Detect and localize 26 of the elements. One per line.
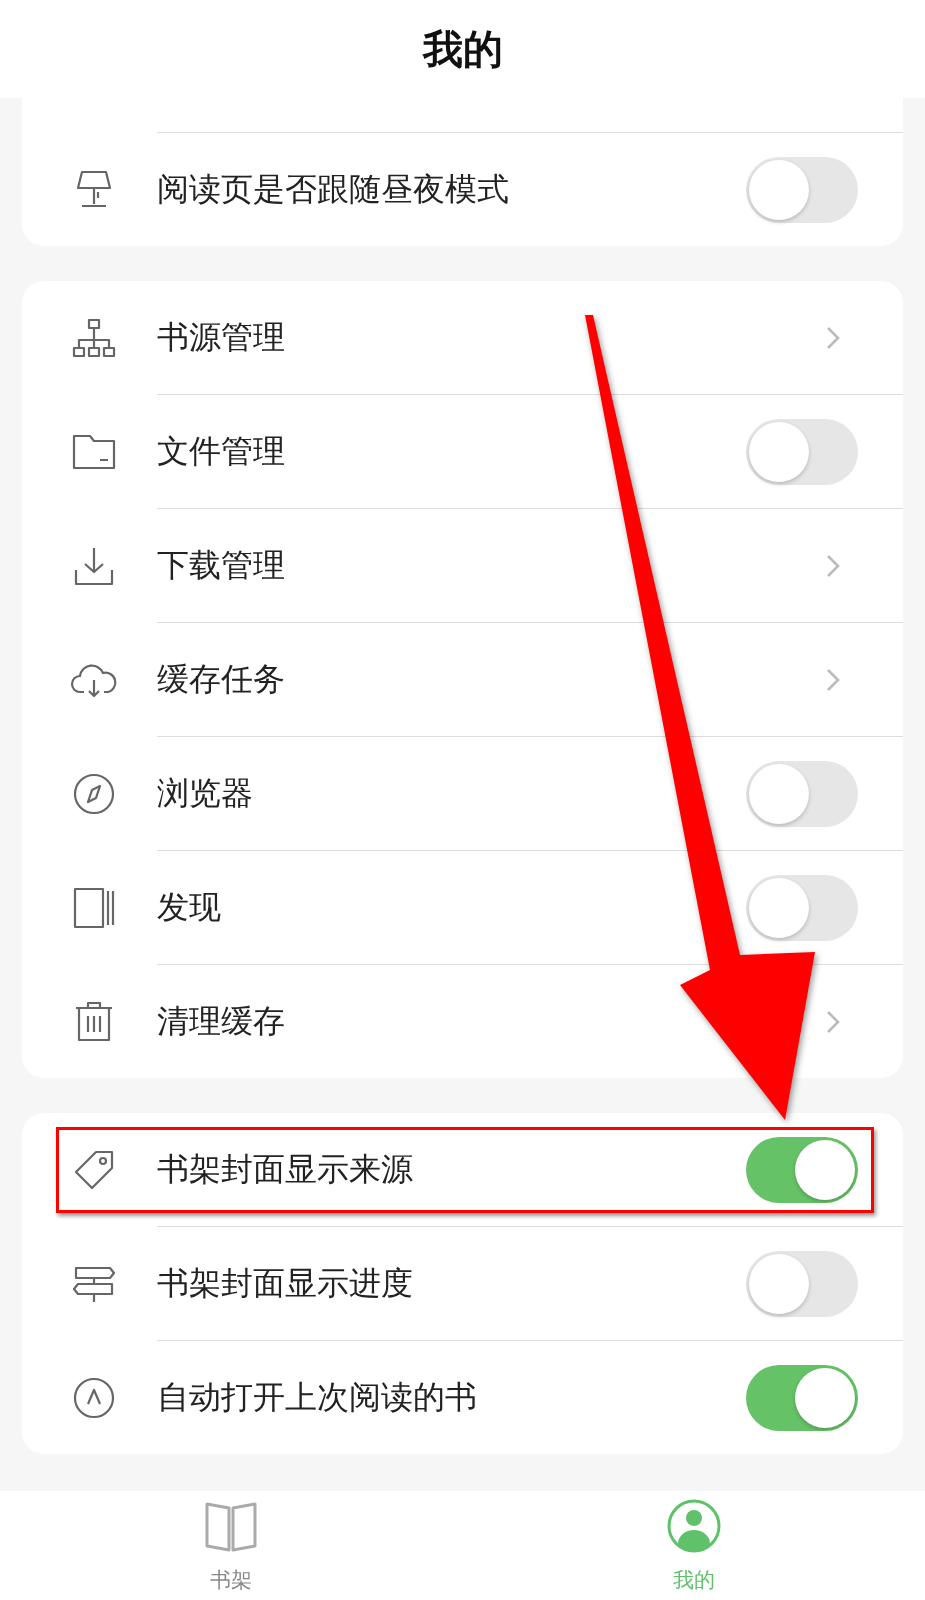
page-title: 我的 [422, 24, 503, 74]
setting-label: 自动打开上次阅读的书 [157, 1376, 478, 1418]
setting-label: 书架封面显示进度 [157, 1262, 414, 1304]
settings-row[interactable]: 书架封面显示进度 [22, 1227, 903, 1340]
user-icon [665, 1498, 722, 1554]
settings-row[interactable]: 下载管理 [22, 509, 903, 622]
chevron-icon [826, 667, 840, 692]
chevron-icon [826, 1009, 840, 1034]
settings-row[interactable]: 书架封面显示来源 [22, 1113, 903, 1226]
setting-label: 下载管理 [157, 544, 286, 586]
settings-row[interactable]: 书源管理 [22, 281, 903, 394]
setting-label: 缓存任务 [157, 658, 286, 700]
settings-row[interactable]: 自动打开上次阅读的书 [22, 1341, 903, 1454]
setting-label: 发现 [157, 886, 222, 928]
settings-row[interactable]: 清理缓存 [22, 965, 903, 1078]
toggle-switch[interactable] [746, 874, 858, 941]
setting-label: 清理缓存 [157, 1000, 286, 1042]
settings-row[interactable]: 缓存任务 [22, 623, 903, 736]
setting-label: 文件管理 [157, 430, 286, 472]
setting-label: 阅读页是否跟随昼夜模式 [157, 168, 510, 210]
tab[interactable]: 书架 [131, 1491, 332, 1600]
setting-label: 浏览器 [157, 772, 254, 814]
chevron-icon [826, 553, 840, 578]
chevron-icon [826, 325, 840, 350]
setting-label: 书架封面显示来源 [157, 1148, 414, 1190]
setting-label: 书源管理 [157, 316, 286, 358]
